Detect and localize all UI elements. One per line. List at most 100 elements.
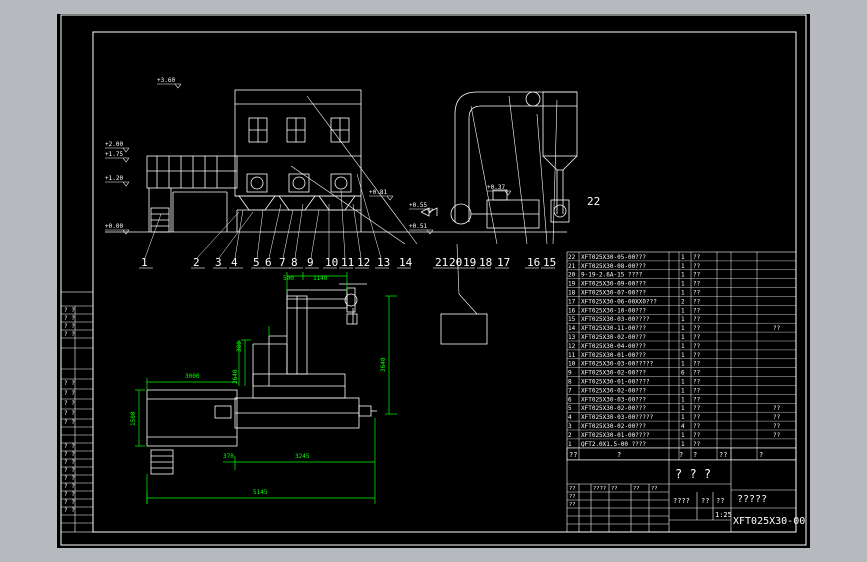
inner-frame bbox=[92, 31, 797, 533]
part-leader-line bbox=[294, 203, 304, 259]
parts-row-material: ?? bbox=[693, 263, 701, 270]
parts-row-qty: 1 bbox=[681, 307, 685, 314]
part-number-label: 11 bbox=[341, 256, 354, 269]
parts-row-qty: 1 bbox=[681, 352, 685, 359]
parts-row-no: 9 bbox=[568, 370, 572, 377]
parts-header-cell: ?? bbox=[569, 451, 577, 459]
part-leader-line bbox=[234, 209, 244, 259]
part-leader-line bbox=[196, 211, 240, 259]
parts-row-no: 5 bbox=[568, 405, 572, 412]
parts-row-code: XFT025X30-09-00??? bbox=[581, 281, 646, 288]
parts-row-qty: 1 bbox=[681, 254, 685, 261]
parts-header-cell: ? bbox=[617, 451, 621, 459]
part-leader-line bbox=[268, 203, 282, 259]
part-number-label: 6 bbox=[265, 256, 272, 269]
parts-row-code: XFT025X30-04-00??? bbox=[581, 343, 646, 350]
left-strip-label: ? ? bbox=[64, 507, 75, 514]
parts-row-no: 1 bbox=[568, 441, 572, 448]
parts-header-cell: ? bbox=[679, 451, 683, 459]
parts-row-no: 12 bbox=[568, 343, 576, 350]
parts-row-code: XFT025X30-10-00??? bbox=[581, 307, 646, 314]
parts-row-qty: 1 bbox=[681, 290, 685, 297]
left-strip-label: ? ? bbox=[64, 307, 75, 314]
parts-row-qty: 1 bbox=[681, 396, 685, 403]
left-strip-label: ? ? bbox=[64, 380, 75, 387]
parts-row-no: 22 bbox=[568, 254, 576, 261]
part-number-label: 17 bbox=[497, 256, 510, 269]
part-number-label: 22 bbox=[587, 195, 600, 208]
revision-cell: ?? bbox=[569, 502, 576, 508]
level-marks: +3.60 +2.00 +1.75 +1.20 +0.00 +0.81 +0.55 +0.51… bbox=[105, 77, 512, 235]
part-leader-line bbox=[144, 213, 162, 259]
revision-cell: ?? bbox=[611, 486, 618, 492]
parts-row-code: XFT025X30-05-00??? bbox=[581, 254, 646, 261]
parts-row-no: 18 bbox=[568, 290, 576, 297]
level-mark: +0.00 bbox=[105, 223, 123, 230]
title-cell-b: ?? bbox=[701, 497, 709, 505]
part-number-label: 15 bbox=[543, 256, 556, 269]
parts-row-qty: 1 bbox=[681, 387, 685, 394]
dimension-value: 2640 bbox=[232, 369, 239, 384]
part-number-label: 9 bbox=[307, 256, 314, 269]
part-number-label: 8 bbox=[291, 256, 298, 269]
part-number-label: 19 bbox=[463, 256, 476, 269]
parts-row-code: XFT025X30-03-00???? bbox=[581, 316, 650, 323]
parts-row-qty: 1 bbox=[681, 263, 685, 270]
level-mark-arrow bbox=[386, 195, 394, 201]
parts-header-cell: ?? bbox=[719, 451, 727, 459]
part-leader-line bbox=[310, 209, 320, 259]
parts-row-no: 13 bbox=[568, 334, 576, 341]
left-strip-label: ? ? bbox=[64, 499, 75, 506]
cad-viewport[interactable]: ? ?? ?? ?? ?? ?? ?? ?? ?? ?? ?? ?? ?? ??… bbox=[57, 14, 810, 548]
part-number-label: 20 bbox=[449, 256, 462, 269]
level-mark: +1.20 bbox=[105, 175, 123, 182]
level-mark: +0.55 bbox=[409, 202, 427, 209]
parts-row-code: XFT025X30-11-00??? bbox=[581, 325, 646, 332]
left-strip-label: ? ? bbox=[64, 443, 75, 450]
plan-view bbox=[146, 283, 377, 475]
parts-row-code: XFT025X30-07-00??? bbox=[581, 290, 646, 297]
parts-row-material: ?? bbox=[693, 441, 701, 448]
parts-row-code: XFT025X30-01-00??? bbox=[581, 352, 646, 359]
parts-row-no: 15 bbox=[568, 316, 576, 323]
part-leader-line bbox=[282, 209, 294, 259]
title-cell-name: ????? bbox=[737, 494, 767, 505]
parts-row-code: XFT025X30-03-00????? bbox=[581, 361, 654, 368]
parts-row-code: XFT025X30-02-00??? bbox=[581, 334, 646, 341]
title-cell-main: ? ? ? bbox=[675, 467, 711, 481]
parts-row-no: 11 bbox=[568, 352, 576, 359]
title-cell-scale: 1:25 bbox=[715, 511, 732, 519]
parts-row-no: 17 bbox=[568, 298, 576, 305]
left-strip-label: ? ? bbox=[64, 410, 75, 417]
parts-row-material: ?? bbox=[693, 387, 701, 394]
parts-row-qty: 1 bbox=[681, 441, 685, 448]
parts-row-qty: 1 bbox=[681, 432, 685, 439]
parts-row-note: ?? bbox=[773, 414, 781, 421]
part-number-label: 13 bbox=[377, 256, 390, 269]
title-cell-c: ?? bbox=[716, 497, 724, 505]
dimension-value: 3245 bbox=[295, 453, 310, 460]
parts-row-qty: 1 bbox=[681, 325, 685, 332]
parts-row-material: ?? bbox=[693, 298, 701, 305]
left-strip-label: ? ? bbox=[64, 491, 75, 498]
dimension-value: 5145 bbox=[253, 489, 268, 496]
parts-row-material: ?? bbox=[693, 343, 701, 350]
parts-row-no: 10 bbox=[568, 361, 576, 368]
left-strip-label: ? ? bbox=[64, 390, 75, 397]
part-number-label: 1 bbox=[141, 256, 148, 269]
dimension-value: 1500 bbox=[130, 411, 137, 426]
dimension-texts: 500 1140 3000 1500 380 3640 3245 370 2640 5145 bbox=[130, 275, 387, 496]
left-strip-label: ? ? bbox=[64, 419, 75, 426]
dimension-value: 370 bbox=[223, 453, 234, 460]
parts-row-material: ?? bbox=[693, 370, 701, 377]
part-number-label: 4 bbox=[231, 256, 238, 269]
parts-row-note: ?? bbox=[773, 432, 781, 439]
parts-row-code: XFT025X30-06-00XX0??? bbox=[581, 298, 657, 305]
parts-row-material: ?? bbox=[693, 352, 701, 359]
parts-row-code: XFT025X30-02-00??? bbox=[581, 423, 646, 430]
parts-header-cell: ? bbox=[693, 451, 697, 459]
level-mark-arrow bbox=[122, 157, 130, 163]
part-number-label: 16 bbox=[527, 256, 540, 269]
parts-row-no: 14 bbox=[568, 325, 576, 332]
level-mark: +0.51 bbox=[409, 223, 427, 230]
